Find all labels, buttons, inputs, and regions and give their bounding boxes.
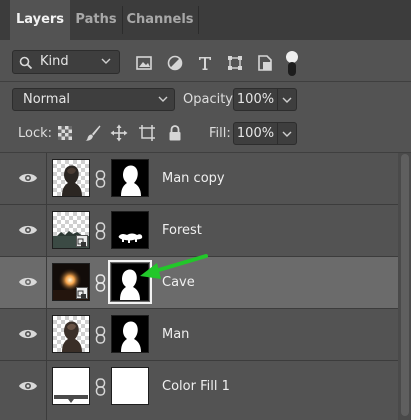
column-divider — [46, 205, 47, 257]
man-photo-thumbnail — [62, 165, 82, 196]
tab-paths[interactable]: Paths — [70, 0, 122, 40]
color-fill-swatch-icon — [54, 395, 88, 403]
type-filter-icon[interactable] — [196, 54, 214, 72]
column-divider — [46, 257, 47, 309]
fill-dropdown[interactable] — [278, 122, 297, 145]
search-icon — [19, 56, 33, 70]
silhouette-mask-shape — [120, 269, 140, 300]
tab-channels[interactable]: Channels — [122, 0, 198, 40]
filter-kind-select[interactable]: Kind — [12, 50, 120, 74]
silhouette-mask-shape — [121, 165, 141, 196]
chevron-down-icon — [282, 131, 292, 137]
link-chain-icon[interactable] — [94, 222, 107, 240]
column-divider — [46, 361, 47, 420]
layer-thumbnail[interactable] — [52, 211, 90, 249]
layer-row-man-copy[interactable]: Man copy — [0, 153, 398, 205]
tab-layers[interactable]: Layers — [10, 0, 70, 40]
panel-tab-bar: Layers Paths Channels — [0, 0, 411, 40]
layer-row-color-fill[interactable]: Color Fill 1 — [0, 361, 398, 420]
filter-toggle[interactable] — [285, 51, 299, 77]
layer-row-cave[interactable]: Cave — [0, 257, 398, 309]
layer-thumbnail[interactable] — [52, 367, 90, 405]
link-chain-icon[interactable] — [94, 274, 107, 292]
chevron-down-icon — [282, 97, 292, 103]
layer-mask-thumbnail[interactable] — [111, 367, 149, 405]
column-divider — [46, 153, 47, 205]
layer-name[interactable]: Forest — [162, 223, 202, 238]
chevron-down-icon — [158, 96, 168, 102]
toggle-track — [288, 62, 296, 76]
silhouette-mask-shape — [121, 321, 141, 352]
tab-divider — [198, 6, 199, 34]
link-chain-icon[interactable] — [94, 326, 107, 344]
eye-icon[interactable] — [18, 171, 38, 185]
filter-kind-label: Kind — [40, 54, 69, 69]
lock-image-pixels-icon[interactable] — [84, 124, 102, 142]
layer-row-forest[interactable]: Forest — [0, 205, 398, 257]
opacity-dropdown[interactable] — [278, 88, 297, 111]
layers-panel: Layers Paths Channels Kind Normal Opacit… — [0, 0, 411, 420]
layer-mask-thumbnail[interactable] — [108, 260, 152, 304]
image-filter-icon[interactable] — [135, 54, 153, 72]
fill-input[interactable]: 100% — [233, 122, 278, 145]
chevron-down-icon — [101, 58, 111, 64]
smart-object-filter-icon[interactable] — [256, 54, 274, 72]
layer-thumbnail[interactable] — [52, 263, 90, 301]
scrollbar-thumb[interactable] — [401, 154, 409, 416]
eye-icon[interactable] — [18, 223, 38, 237]
lock-all-icon[interactable] — [166, 124, 184, 142]
layer-name[interactable]: Cave — [162, 275, 195, 290]
layer-mask-thumbnail[interactable] — [111, 315, 149, 353]
lock-transparent-pixels-icon[interactable] — [56, 124, 74, 142]
blend-mode-value: Normal — [23, 92, 71, 107]
opacity-label: Opacity: — [183, 92, 237, 107]
layer-name[interactable]: Man copy — [162, 171, 225, 186]
lock-label: Lock: — [18, 126, 53, 141]
layer-mask-thumbnail[interactable] — [111, 159, 149, 197]
layer-name[interactable]: Man — [162, 327, 189, 342]
layer-thumbnail[interactable] — [52, 315, 90, 353]
layer-name[interactable]: Color Fill 1 — [162, 379, 230, 394]
man-photo-thumbnail — [62, 321, 82, 352]
smart-object-badge-icon — [76, 235, 88, 247]
layer-thumbnail[interactable] — [52, 159, 90, 197]
eye-icon[interactable] — [18, 275, 38, 289]
adjustment-filter-icon[interactable] — [166, 54, 184, 72]
column-divider — [46, 309, 47, 361]
layer-mask-thumbnail[interactable] — [111, 211, 149, 249]
shape-filter-icon[interactable] — [226, 54, 244, 72]
layer-list: Man copy Forest Cave Man Color Fill 1 — [0, 153, 411, 420]
eye-icon[interactable] — [18, 327, 38, 341]
divider — [0, 81, 411, 82]
layer-row-man[interactable]: Man — [0, 309, 398, 361]
eye-icon[interactable] — [18, 379, 38, 393]
smart-object-badge-icon — [76, 287, 88, 299]
blend-mode-select[interactable]: Normal — [12, 88, 175, 111]
fill-label: Fill: — [209, 126, 231, 141]
opacity-input[interactable]: 100% — [233, 88, 278, 111]
bottom-shape-mask — [118, 233, 143, 243]
lock-position-icon[interactable] — [110, 124, 128, 142]
link-chain-icon[interactable] — [94, 170, 107, 188]
lock-artboard-icon[interactable] — [138, 124, 156, 142]
link-chain-icon[interactable] — [94, 378, 107, 396]
